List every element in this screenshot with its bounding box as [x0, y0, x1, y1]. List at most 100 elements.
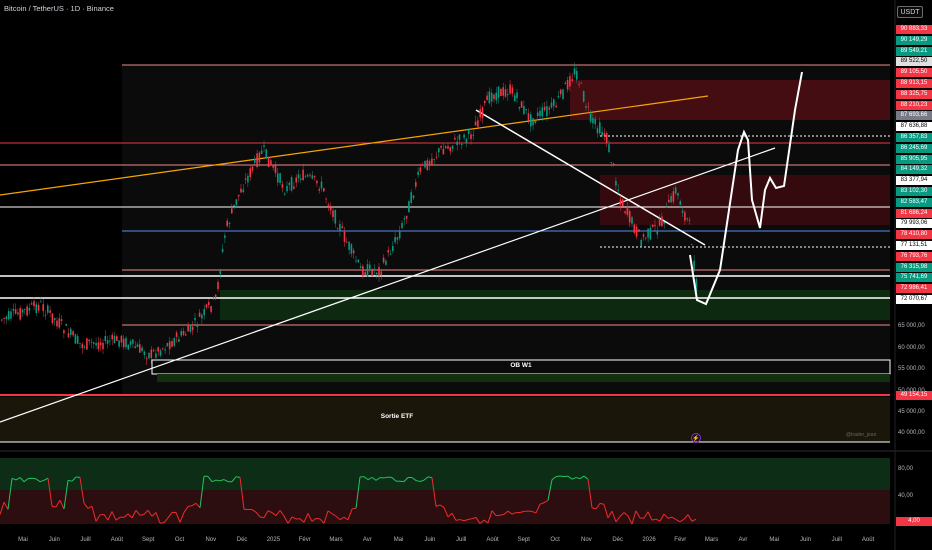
- candle-body: [224, 235, 226, 238]
- candle-body: [178, 339, 180, 342]
- time-axis-label: 2025: [266, 537, 281, 543]
- candle-body: [557, 95, 560, 98]
- candle-body: [288, 182, 291, 185]
- candle-body: [511, 87, 514, 94]
- candle-body: [318, 188, 320, 191]
- time-axis-label: Mars: [329, 537, 343, 543]
- candle-body: [83, 346, 86, 348]
- price-chart[interactable]: [0, 0, 932, 550]
- candle-body: [596, 128, 599, 134]
- candle-body: [628, 211, 631, 223]
- candle-body: [555, 105, 557, 108]
- price-scale-label: 87 636,88: [896, 122, 932, 132]
- currency-button[interactable]: USDT: [897, 6, 923, 18]
- price-scale-label: 89 549,21: [896, 46, 932, 56]
- candle-body: [428, 160, 431, 165]
- candle-body: [500, 88, 502, 97]
- candle-body: [484, 100, 486, 104]
- candle-body: [421, 164, 424, 166]
- time-axis-label: Déc: [612, 537, 624, 543]
- candle-body: [155, 353, 157, 358]
- time-axis-label: Févr: [674, 537, 687, 543]
- candle-body: [171, 341, 173, 347]
- candle-body: [394, 236, 396, 243]
- candle-body: [198, 312, 201, 317]
- lightning-icon[interactable]: ⚡: [691, 433, 701, 443]
- candle-body: [355, 260, 357, 262]
- candle-body: [343, 231, 346, 242]
- oscillator-segment: [51, 505, 57, 508]
- candle-body: [467, 129, 470, 134]
- candle-body: [3, 317, 5, 319]
- price-scale-label: 75 741,69: [896, 273, 932, 283]
- candle-body: [279, 173, 281, 183]
- candle-body: [490, 92, 493, 102]
- candle-body: [371, 269, 373, 276]
- time-axis-label: Nov: [205, 537, 217, 543]
- candle-body: [649, 227, 652, 240]
- candle-body: [364, 272, 366, 276]
- candle-body: [341, 226, 343, 229]
- candle-body: [316, 180, 318, 184]
- candle-body: [385, 260, 387, 265]
- osc-level: 40,00: [898, 493, 914, 499]
- candle-body: [90, 341, 93, 343]
- time-axis-label: Sept: [142, 537, 155, 543]
- candle-body: [111, 334, 113, 340]
- candle-body: [382, 257, 385, 263]
- candle-body: [168, 341, 171, 350]
- candle-body: [256, 153, 258, 168]
- candle-body: [102, 342, 104, 350]
- candle-body: [14, 309, 17, 314]
- time-axis-label: Juill: [831, 537, 842, 543]
- candle-body: [247, 175, 249, 183]
- time-axis-label: Août: [861, 537, 875, 543]
- candle-body: [191, 326, 194, 331]
- candle-body: [219, 270, 222, 274]
- price-scale-label: 90 883,33: [896, 25, 932, 34]
- candle-body: [550, 102, 553, 108]
- price-scale-label: 85 905,95: [896, 154, 932, 164]
- candle-body: [493, 94, 495, 100]
- candle-body: [573, 68, 576, 75]
- candle-body: [366, 264, 369, 277]
- time-axis-label: Oct: [174, 537, 185, 543]
- candle-body: [479, 109, 481, 118]
- candle-body: [624, 211, 626, 214]
- price-scale-label: 78 410,80: [896, 230, 932, 240]
- candle-body: [134, 346, 136, 348]
- price-scale-label: 81 686,24: [896, 208, 932, 218]
- candle-body: [139, 344, 141, 353]
- candle-body: [532, 118, 534, 126]
- candle-body: [145, 358, 148, 360]
- candle-body: [339, 223, 341, 232]
- time-axis-label: Févr: [298, 537, 311, 543]
- osc-top-zone: [0, 458, 890, 490]
- candle-body: [5, 316, 8, 320]
- time-axis-label: Nov: [581, 537, 592, 543]
- candle-body: [571, 79, 573, 81]
- candle-body: [58, 318, 61, 328]
- candle-body: [350, 244, 353, 254]
- candle-body: [638, 229, 640, 232]
- candle-body: [405, 215, 408, 219]
- candle-body: [70, 328, 72, 335]
- candle-body: [601, 131, 603, 136]
- price-scale-label: 86 245,69: [896, 143, 932, 153]
- candle-body: [7, 311, 10, 320]
- candle-body: [486, 95, 488, 101]
- candle-body: [472, 134, 475, 136]
- candle-body: [369, 264, 371, 269]
- candle-body: [642, 234, 645, 237]
- candle-body: [150, 349, 153, 358]
- candle-body: [527, 113, 530, 121]
- candle-body: [688, 219, 691, 221]
- candle-body: [373, 268, 376, 271]
- candle-body: [113, 335, 116, 344]
- candle-body: [311, 175, 314, 179]
- price-scale-label: 72 070,67: [896, 295, 932, 304]
- candle-body: [53, 318, 56, 321]
- candle-body: [375, 272, 378, 275]
- candle-body: [387, 250, 389, 253]
- candle-body: [240, 188, 242, 193]
